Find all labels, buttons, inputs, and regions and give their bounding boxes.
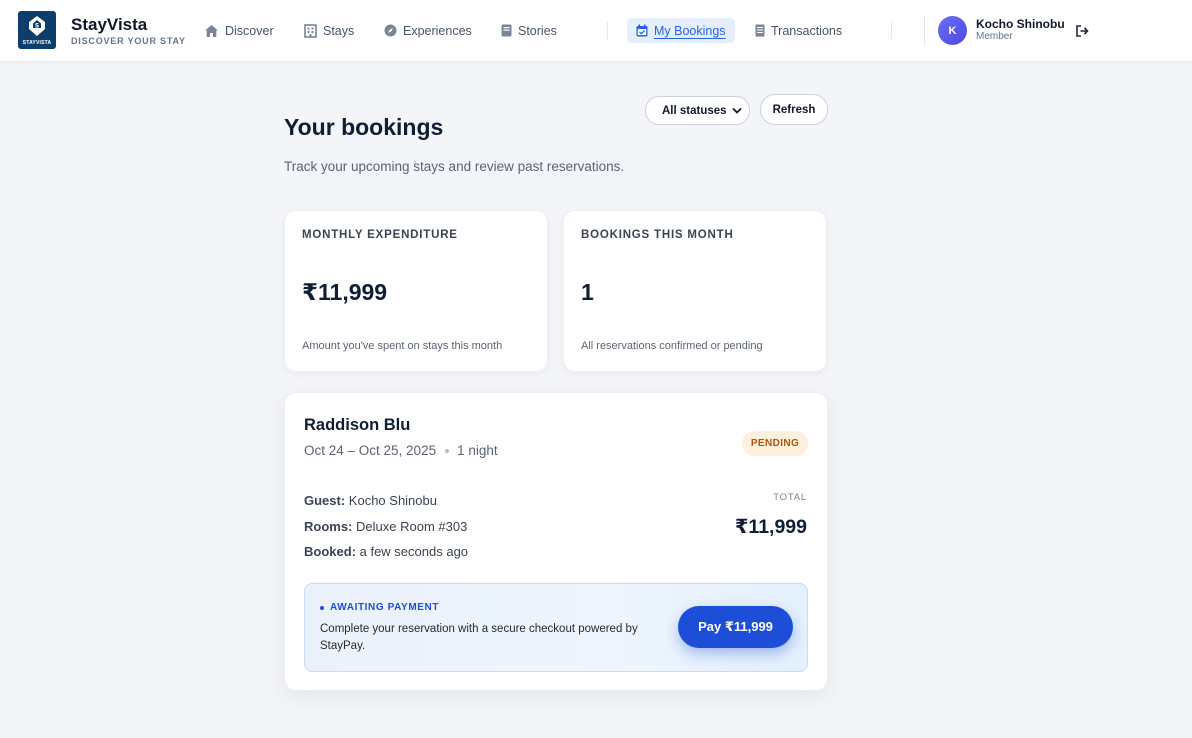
date-range: Oct 24 – Oct 25, 2025 <box>304 443 437 458</box>
status-badge: PENDING <box>742 431 808 456</box>
payment-status-text: AWAITING PAYMENT <box>330 602 440 613</box>
stat-note: All reservations confirmed or pending <box>581 340 763 352</box>
stat-label: MONTHLY EXPENDITURE <box>302 229 458 241</box>
nav-stays-label: Stays <box>323 23 355 38</box>
refresh-button[interactable]: Refresh <box>760 94 828 125</box>
booked-value: a few seconds ago <box>359 544 469 559</box>
status-filter-select[interactable]: All statuses <box>645 96 750 125</box>
booking-dates: Oct 24 – Oct 25, 2025 1 night <box>304 443 498 458</box>
logout-icon <box>1076 25 1089 37</box>
brand-logo: S STAYVISTA <box>18 11 56 49</box>
nav-transactions-label: Transactions <box>771 23 843 38</box>
house-pin-icon: S <box>29 16 45 36</box>
stat-note: Amount you've spent on stays this month <box>302 340 503 352</box>
top-navigation-bar: S STAYVISTA StayVista DISCOVER YOUR STAY… <box>0 0 1192 62</box>
payment-panel: AWAITING PAYMENT Complete your reservati… <box>304 583 808 672</box>
rooms-value: Deluxe Room #303 <box>356 519 468 534</box>
nav-stories-label: Stories <box>518 23 557 38</box>
nav-stories[interactable]: Stories <box>501 18 557 43</box>
nav-my-bookings[interactable]: My Bookings <box>627 18 735 43</box>
page-subtitle: Track your upcoming stays and review pas… <box>284 159 625 174</box>
calendar-icon <box>636 24 648 37</box>
night-count: 1 night <box>457 443 498 458</box>
nav-experiences-label: Experiences <box>403 23 472 38</box>
booked-detail: Booked: a few seconds ago <box>304 544 468 559</box>
guest-label: Guest: <box>304 493 346 508</box>
stat-card-bookings-this-month: BOOKINGS THIS MONTH 1 All reservations c… <box>563 210 827 372</box>
stat-value: 1 <box>581 279 594 305</box>
rooms-label: Rooms: <box>304 519 353 534</box>
status-filter-value: All statuses <box>662 104 727 117</box>
booking-card: Raddison Blu Oct 24 – Oct 25, 2025 1 nig… <box>284 392 828 691</box>
svg-text:S: S <box>35 23 39 30</box>
logo-text: STAYVISTA <box>22 40 52 46</box>
payment-description: Complete your reservation with a secure … <box>320 623 638 652</box>
brand-name: StayVista <box>71 14 148 34</box>
compass-icon <box>384 24 397 37</box>
page-title: Your bookings <box>284 114 444 140</box>
user-role: Member <box>976 31 1013 42</box>
chevron-down-icon <box>732 107 742 114</box>
stat-value: ₹11,999 <box>302 279 388 305</box>
stat-card-monthly-expenditure: MONTHLY EXPENDITURE ₹11,999 Amount you'v… <box>284 210 548 372</box>
brand-tagline: DISCOVER YOUR STAY <box>71 35 186 46</box>
building-icon <box>304 23 317 38</box>
guest-detail: Guest: Kocho Shinobu <box>304 493 437 508</box>
nav-experiences[interactable]: Experiences <box>384 18 472 43</box>
receipt-icon <box>755 24 765 37</box>
brand[interactable]: S STAYVISTA StayVista DISCOVER YOUR STAY <box>18 11 186 49</box>
nav-divider <box>891 22 892 39</box>
total-value: ₹11,999 <box>734 516 807 538</box>
stat-label: BOOKINGS THIS MONTH <box>581 229 734 241</box>
separator-dot <box>445 448 450 453</box>
status-dot <box>320 605 324 610</box>
nav-stays[interactable]: Stays <box>304 18 354 43</box>
hotel-name: Raddison Blu <box>304 416 411 434</box>
home-icon <box>205 24 218 37</box>
nav-discover-label: Discover <box>225 23 274 38</box>
pay-button[interactable]: Pay ₹11,999 <box>678 606 793 648</box>
book-icon <box>501 24 512 37</box>
logout-button[interactable] <box>1076 24 1089 42</box>
user-divider <box>924 16 925 46</box>
nav-discover[interactable]: Discover <box>204 18 274 43</box>
nav-divider <box>607 22 608 39</box>
avatar[interactable]: K <box>938 16 967 45</box>
guest-value: Kocho Shinobu <box>348 493 437 508</box>
total-label: TOTAL <box>773 492 807 503</box>
nav-transactions[interactable]: Transactions <box>755 18 842 43</box>
payment-status: AWAITING PAYMENT <box>320 602 439 613</box>
rooms-detail: Rooms: Deluxe Room #303 <box>304 519 467 534</box>
nav-my-bookings-label: My Bookings <box>654 23 726 38</box>
user-name: Kocho Shinobu <box>976 17 1065 31</box>
booked-label: Booked: <box>304 544 356 559</box>
